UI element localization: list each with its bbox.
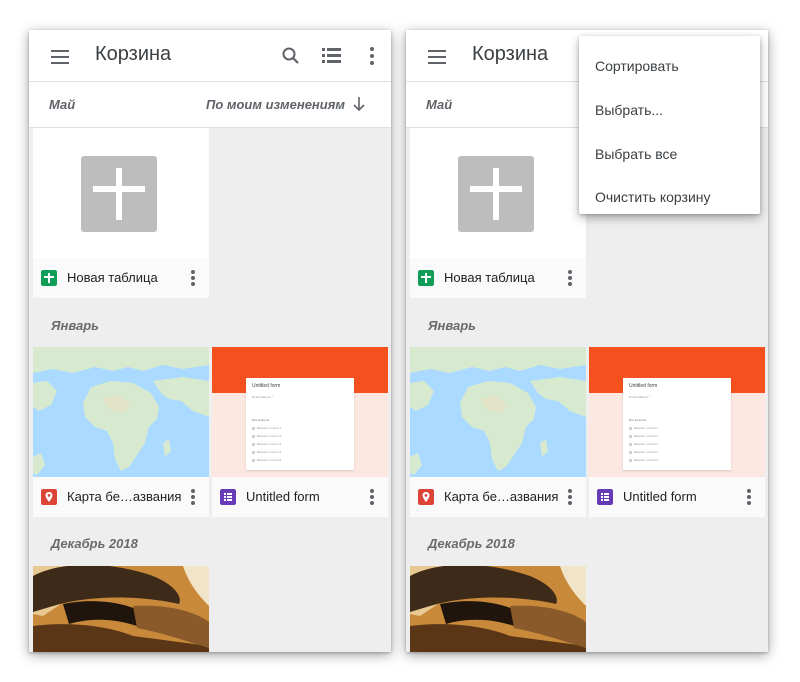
more-vert-icon[interactable] xyxy=(560,487,580,507)
menu-icon[interactable] xyxy=(47,46,75,68)
forms-icon xyxy=(597,489,613,505)
more-vert-icon[interactable] xyxy=(362,487,382,507)
photo-thumbnail xyxy=(410,566,586,652)
section-label-december: Декабрь 2018 xyxy=(428,536,515,551)
file-card-map[interactable]: Карта бе…азвания xyxy=(33,347,209,517)
form-preview: Untitled form Email address * Без вопрос… xyxy=(623,378,731,470)
file-card-photo[interactable] xyxy=(33,566,209,652)
app-bar: Корзина xyxy=(29,30,391,82)
sheets-icon xyxy=(418,270,434,286)
search-icon[interactable] xyxy=(279,44,303,68)
file-name: Untitled form xyxy=(246,489,320,504)
file-name: Untitled form xyxy=(623,489,697,504)
section-label-january: Январь xyxy=(428,318,476,333)
form-thumbnail: Untitled form Email address * Без вопрос… xyxy=(589,347,765,477)
file-card-sheet[interactable]: Новая таблица xyxy=(33,128,209,298)
map-thumbnail xyxy=(410,347,586,477)
file-card-photo[interactable] xyxy=(410,566,586,652)
list-view-icon[interactable] xyxy=(320,44,344,68)
file-name: Новая таблица xyxy=(67,270,158,285)
sheet-thumbnail xyxy=(33,128,209,258)
section-label-may: Май xyxy=(49,97,76,112)
section-label-december: Декабрь 2018 xyxy=(51,536,138,551)
my-maps-icon xyxy=(418,489,434,505)
photo-thumbnail xyxy=(33,566,209,652)
file-card-sheet[interactable]: Новая таблица xyxy=(410,128,586,298)
sheet-thumbnail xyxy=(410,128,586,258)
more-vert-icon[interactable] xyxy=(183,268,203,288)
more-vert-icon[interactable] xyxy=(360,44,384,68)
my-maps-icon xyxy=(41,489,57,505)
sort-order-button[interactable]: По моим изменениям xyxy=(206,97,345,112)
menu-item-sort[interactable]: Сортировать xyxy=(595,58,679,74)
more-vert-icon[interactable] xyxy=(560,268,580,288)
forms-icon xyxy=(220,489,236,505)
more-vert-icon[interactable] xyxy=(739,487,759,507)
page-title: Корзина xyxy=(95,43,172,65)
file-name: Карта бе…азвания xyxy=(444,489,559,504)
section-label-january: Январь xyxy=(51,318,99,333)
file-name: Карта бе…азвания xyxy=(67,489,182,504)
down-arrow-icon[interactable] xyxy=(351,95,367,113)
form-preview: Untitled form Email address * Без вопрос… xyxy=(246,378,354,470)
sheet-placeholder-icon xyxy=(458,156,534,232)
file-name: Новая таблица xyxy=(444,270,535,285)
file-card-form[interactable]: Untitled form Email address * Без вопрос… xyxy=(589,347,765,517)
section-label-may: Май xyxy=(426,97,453,112)
left-screen: Корзина Май По моим изменениям Новая таб… xyxy=(29,30,391,652)
menu-item-empty-trash[interactable]: Очистить корзину xyxy=(595,189,711,205)
more-vert-icon[interactable] xyxy=(183,487,203,507)
sheet-placeholder-icon xyxy=(81,156,157,232)
page-title: Корзина xyxy=(472,43,549,65)
overflow-menu: Сортировать Выбрать... Выбрать все Очист… xyxy=(579,36,760,214)
file-card-form[interactable]: Untitled form Email address * Без вопрос… xyxy=(212,347,388,517)
sheets-icon xyxy=(41,270,57,286)
menu-item-select-all[interactable]: Выбрать все xyxy=(595,146,677,162)
menu-item-select[interactable]: Выбрать... xyxy=(595,102,663,118)
form-thumbnail: Untitled form Email address * Без вопрос… xyxy=(212,347,388,477)
file-card-map[interactable]: Карта бе…азвания xyxy=(410,347,586,517)
map-thumbnail xyxy=(33,347,209,477)
right-screen: Корзина Май Новая таблица Январь Карта б… xyxy=(406,30,768,652)
sort-bar: Май По моим изменениям xyxy=(29,82,391,128)
menu-icon[interactable] xyxy=(424,46,452,68)
